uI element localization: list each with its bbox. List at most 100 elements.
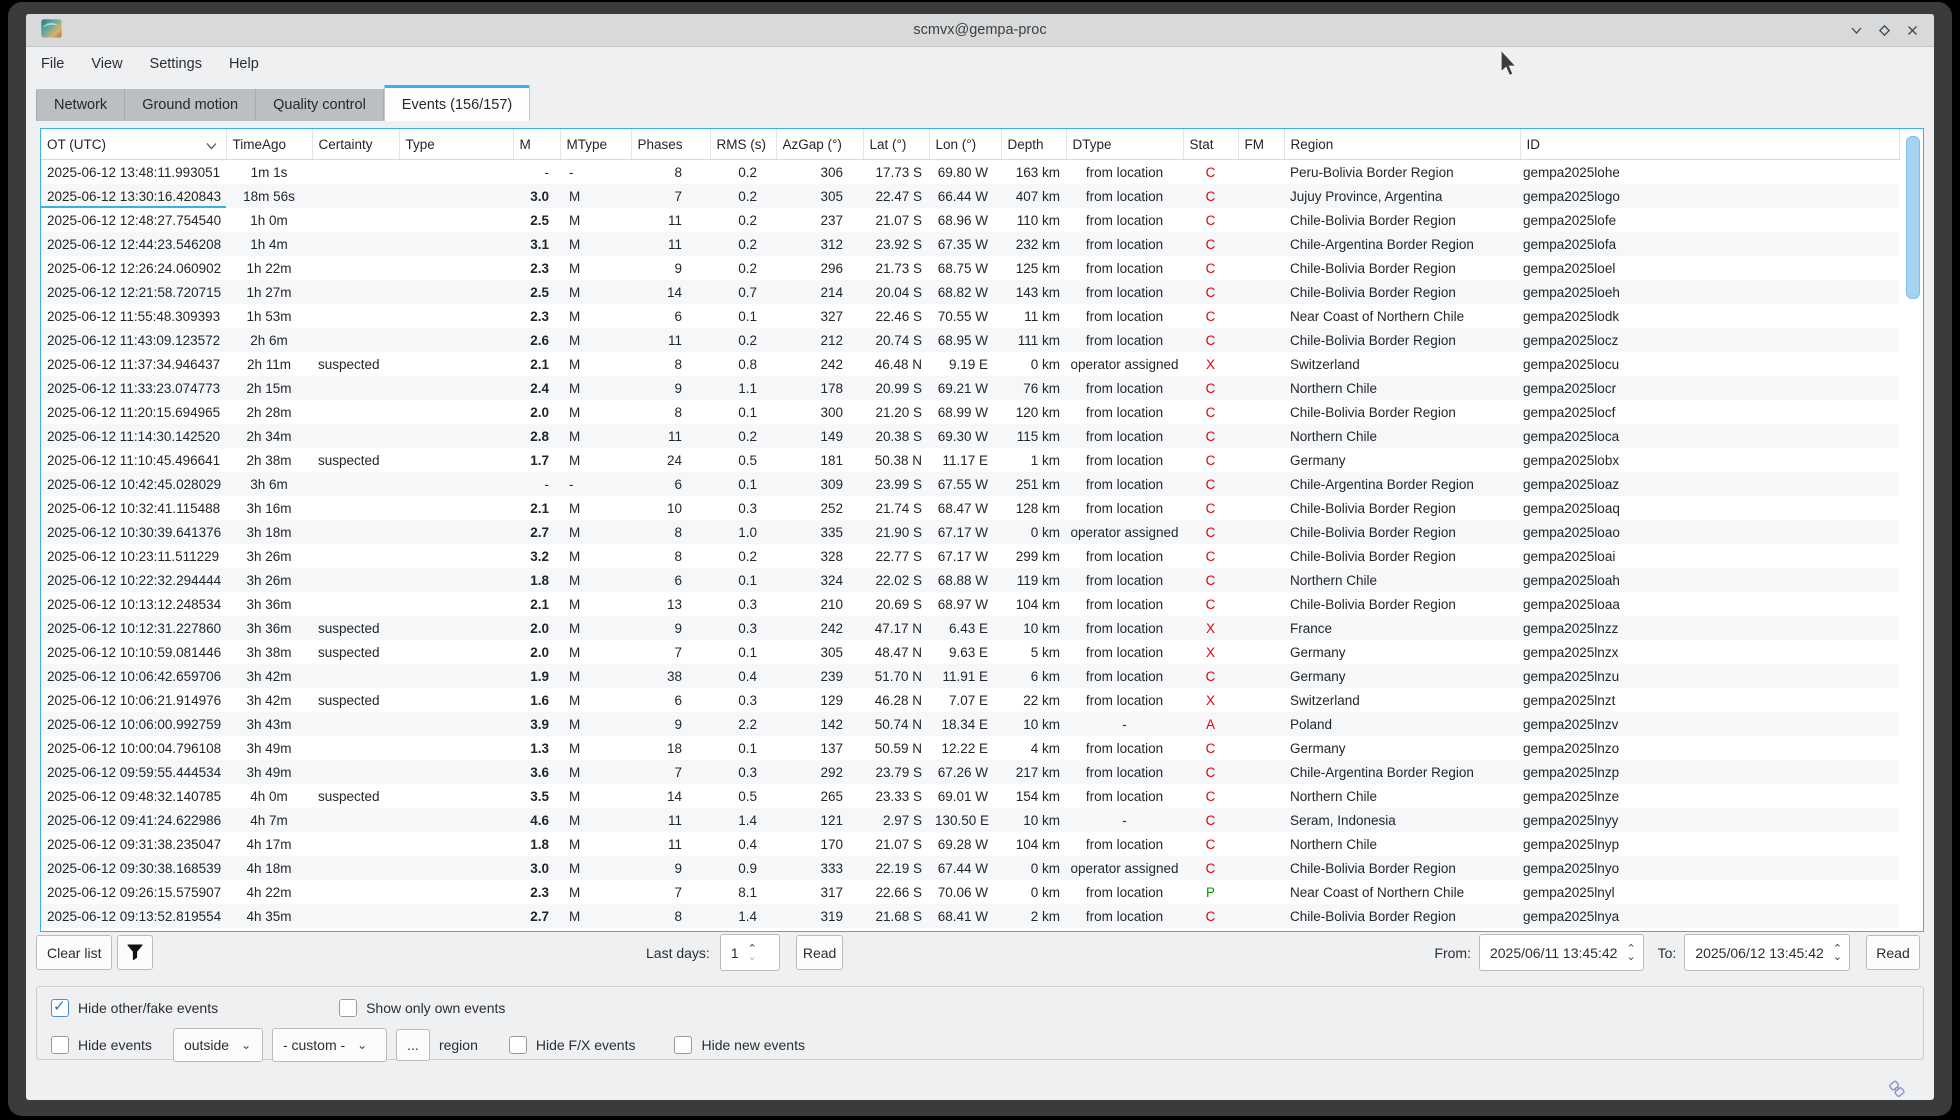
event-row[interactable]: 2025-06-12 11:33:23.0747732h 15m2.4M91.1… <box>41 376 1899 400</box>
menu-item-help[interactable]: Help <box>229 56 259 72</box>
tabbar: NetworkGround motionQuality controlEvent… <box>36 85 530 121</box>
cell-fm <box>1238 616 1284 640</box>
event-row[interactable]: 2025-06-12 11:14:30.1425202h 34m2.8M110.… <box>41 424 1899 448</box>
hide-new-label: Hide new events <box>701 1037 805 1053</box>
event-row[interactable]: 2025-06-12 11:10:45.4966412h 38msuspecte… <box>41 448 1899 472</box>
event-row[interactable]: 2025-06-12 10:22:32.2944443h 26m1.8M60.1… <box>41 568 1899 592</box>
column-header-rms[interactable]: RMS (s) <box>710 129 776 160</box>
cell-ot: 2025-06-12 11:14:30.142520 <box>41 424 226 448</box>
scrollbar-thumb[interactable] <box>1906 136 1920 299</box>
event-row[interactable]: 2025-06-12 09:41:24.6229864h 7m4.6M111.4… <box>41 808 1899 832</box>
event-row[interactable]: 2025-06-12 11:20:15.6949652h 28m2.0M80.1… <box>41 400 1899 424</box>
to-datetime-field[interactable]: 2025/06/12 13:45:42 ⌃⌄ <box>1684 934 1850 971</box>
menu-item-file[interactable]: File <box>41 56 64 72</box>
column-header-lat[interactable]: Lat (°) <box>863 129 929 160</box>
last-days-spinner[interactable]: 1 ⌃⌄ <box>720 934 780 971</box>
cell-stat: P <box>1183 880 1238 904</box>
tab-events[interactable]: Events (156/157) <box>384 85 530 121</box>
column-header-stat[interactable]: Stat <box>1183 129 1238 160</box>
event-row[interactable]: 2025-06-12 12:48:27.7545401h 0m2.5M110.2… <box>41 208 1899 232</box>
event-row[interactable]: 2025-06-12 09:26:15.5759074h 22m2.3M78.1… <box>41 880 1899 904</box>
event-row[interactable]: 2025-06-12 13:30:16.42084318m 56s3.0M70.… <box>41 184 1899 208</box>
event-row[interactable]: 2025-06-12 12:21:58.7207151h 27m2.5M140.… <box>41 280 1899 304</box>
event-row[interactable]: 2025-06-12 11:55:48.3093931h 53m2.3M60.1… <box>41 304 1899 328</box>
clear-list-button[interactable]: Clear list <box>36 935 112 970</box>
event-row[interactable]: 2025-06-12 11:37:34.9464372h 11msuspecte… <box>41 352 1899 376</box>
from-datetime-field[interactable]: 2025/06/11 13:45:42 ⌃⌄ <box>1479 934 1644 971</box>
column-header-dtype[interactable]: DType <box>1066 129 1183 160</box>
tab-network[interactable]: Network <box>36 89 125 121</box>
event-row[interactable]: 2025-06-12 11:43:09.1235722h 6m2.6M110.2… <box>41 328 1899 352</box>
column-header-fm[interactable]: FM <box>1238 129 1284 160</box>
cell-time-ago: 1h 4m <box>226 232 312 256</box>
cell-type <box>399 448 513 472</box>
column-header-region[interactable]: Region <box>1284 129 1520 160</box>
column-header-lon[interactable]: Lon (°) <box>929 129 1001 160</box>
region-preset-dropdown[interactable]: - custom - ⌄ <box>272 1028 387 1062</box>
event-row[interactable]: 2025-06-12 12:44:23.5462081h 4m3.1M110.2… <box>41 232 1899 256</box>
event-row[interactable]: 2025-06-12 12:26:24.0609021h 22m2.3M90.2… <box>41 256 1899 280</box>
hide-fx-checkbox[interactable] <box>509 1036 527 1054</box>
cell-certainty: suspected <box>312 352 399 376</box>
event-row[interactable]: 2025-06-12 10:06:21.9149763h 42msuspecte… <box>41 688 1899 712</box>
show-only-own-checkbox[interactable] <box>339 999 357 1017</box>
tab-ground-motion[interactable]: Ground motion <box>125 89 256 121</box>
column-header-mtype[interactable]: MType <box>560 129 631 160</box>
cell-stat: C <box>1183 256 1238 280</box>
cell-id: gempa2025loah <box>1520 568 1899 592</box>
cell-rms: 0.1 <box>710 568 776 592</box>
event-row[interactable]: 2025-06-12 10:13:12.2485343h 36m2.1M130.… <box>41 592 1899 616</box>
cell-ot: 2025-06-12 10:42:45.028029 <box>41 472 226 496</box>
cell-time-ago: 3h 49m <box>226 760 312 784</box>
event-row[interactable]: 2025-06-12 10:06:42.6597063h 42m1.9M380.… <box>41 664 1899 688</box>
menu-item-settings[interactable]: Settings <box>150 56 202 72</box>
event-row[interactable]: 2025-06-12 09:59:55.4445343h 49m3.6M70.3… <box>41 760 1899 784</box>
event-row[interactable]: 2025-06-12 10:42:45.0280293h 6m--60.1309… <box>41 472 1899 496</box>
column-header-time-ago[interactable]: TimeAgo <box>226 129 312 160</box>
filter-button[interactable] <box>117 935 153 970</box>
vertical-scrollbar[interactable] <box>1902 130 1922 928</box>
event-row[interactable]: 2025-06-12 10:12:31.2278603h 36msuspecte… <box>41 616 1899 640</box>
event-row[interactable]: 2025-06-12 10:00:04.7961083h 49m1.3M180.… <box>41 736 1899 760</box>
column-header-magnitude[interactable]: M <box>513 129 560 160</box>
event-row[interactable]: 2025-06-12 10:32:41.1154883h 16m2.1M100.… <box>41 496 1899 520</box>
column-header-id[interactable]: ID <box>1520 129 1899 160</box>
cell-phases: 11 <box>631 232 710 256</box>
menu-item-view[interactable]: View <box>91 56 122 72</box>
event-row[interactable]: 2025-06-12 10:10:59.0814463h 38msuspecte… <box>41 640 1899 664</box>
column-header-depth[interactable]: Depth <box>1001 129 1066 160</box>
cell-phases: 11 <box>631 832 710 856</box>
hide-new-checkbox[interactable] <box>674 1036 692 1054</box>
column-header-certainty[interactable]: Certainty <box>312 129 399 160</box>
event-row[interactable]: 2025-06-12 10:30:39.6413763h 18m2.7M81.0… <box>41 520 1899 544</box>
spinner-arrows-icon[interactable]: ⌃⌄ <box>1833 945 1842 961</box>
read-range-button[interactable]: Read <box>1866 935 1920 970</box>
column-header-type[interactable]: Type <box>399 129 513 160</box>
cell-certainty <box>312 304 399 328</box>
event-row[interactable]: 2025-06-12 09:13:52.8195544h 35m2.7M81.4… <box>41 904 1899 928</box>
column-header-azgap[interactable]: AzGap (°) <box>776 129 863 160</box>
event-row[interactable]: 2025-06-12 10:23:11.5112293h 26m3.2M80.2… <box>41 544 1899 568</box>
event-row[interactable]: 2025-06-12 10:06:00.9927593h 43m3.9M92.2… <box>41 712 1899 736</box>
event-row[interactable]: 2025-06-12 09:31:38.2350474h 17m1.8M110.… <box>41 832 1899 856</box>
read-last-days-button[interactable]: Read <box>796 935 843 970</box>
event-row[interactable]: 2025-06-12 13:48:11.9930511m 1s--80.2306… <box>41 160 1899 185</box>
hide-other-fake-checkbox[interactable] <box>51 999 69 1017</box>
hide-events-checkbox[interactable] <box>51 1036 69 1054</box>
cell-region: Germany <box>1284 640 1520 664</box>
event-table[interactable]: OT (UTC)TimeAgoCertaintyTypeMMTypePhases… <box>40 128 1924 932</box>
maximize-icon[interactable] <box>1877 23 1892 38</box>
event-row[interactable]: 2025-06-12 09:48:32.1407854h 0msuspected… <box>41 784 1899 808</box>
spinner-arrows-icon[interactable]: ⌃⌄ <box>1626 945 1635 961</box>
cell-dtype: from location <box>1066 496 1183 520</box>
tab-quality-control[interactable]: Quality control <box>256 89 384 121</box>
event-row[interactable]: 2025-06-12 09:30:38.1685394h 18m3.0M90.9… <box>41 856 1899 880</box>
region-browse-button[interactable]: ... <box>396 1029 430 1061</box>
minimize-icon[interactable] <box>1849 23 1864 38</box>
spinner-arrows-icon[interactable]: ⌃⌄ <box>748 945 757 961</box>
close-icon[interactable] <box>1905 23 1920 38</box>
titlebar[interactable]: scmvx@gempa-proc <box>26 14 1934 47</box>
column-header-ot[interactable]: OT (UTC) <box>41 129 226 160</box>
scope-dropdown[interactable]: outside ⌄ <box>173 1028 263 1062</box>
column-header-phases[interactable]: Phases <box>631 129 710 160</box>
